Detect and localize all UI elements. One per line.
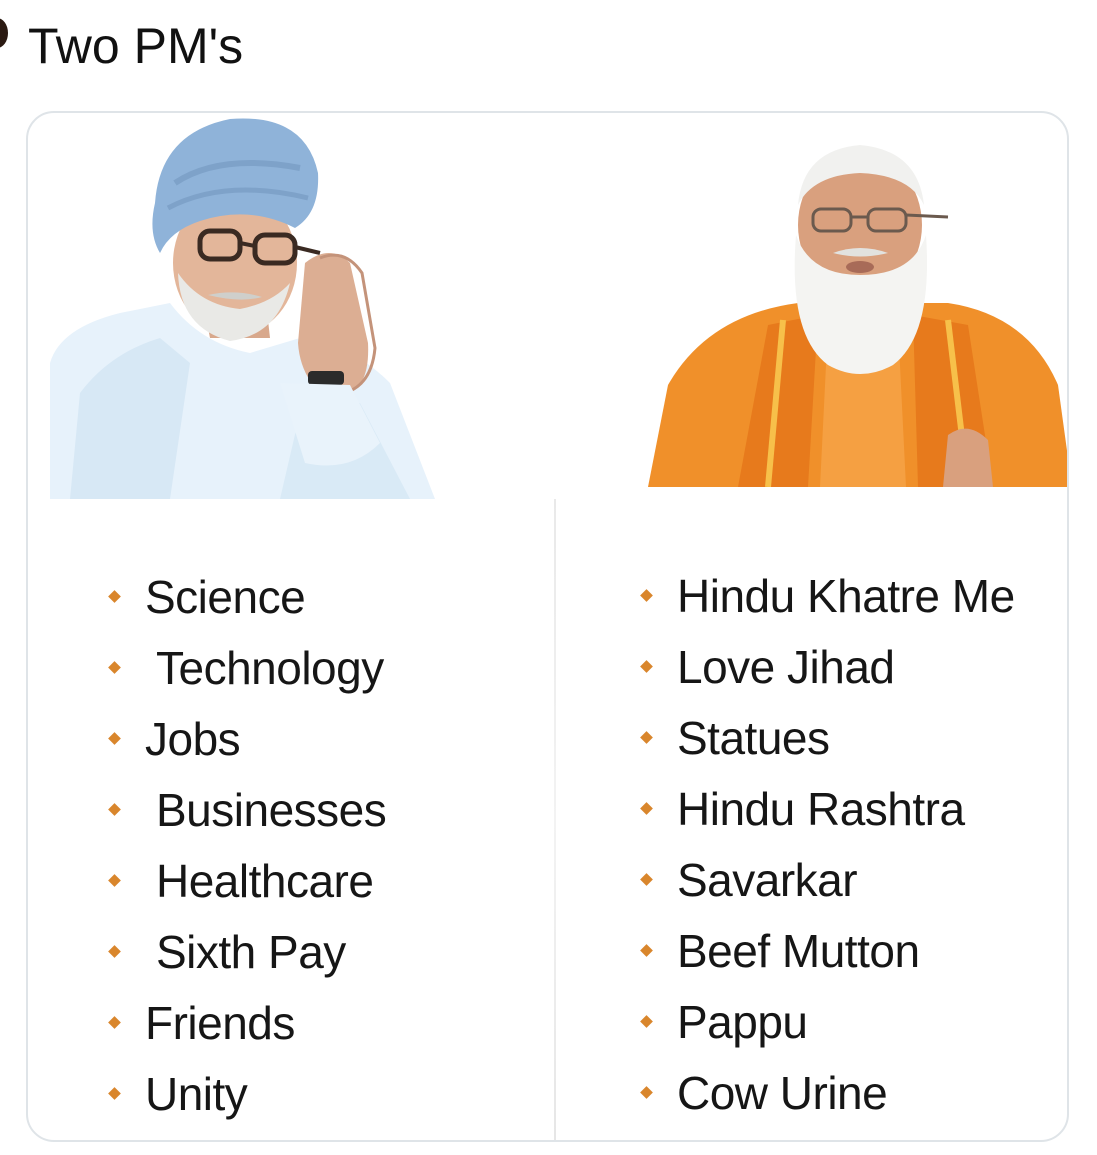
- list-item: Businesses: [106, 774, 387, 845]
- meme-image-card[interactable]: Science Technology Jobs Businesses Healt…: [26, 111, 1069, 1142]
- list-item-label: Jobs: [145, 712, 241, 765]
- diamond-bullet-icon: [108, 590, 121, 603]
- list-item-label: Statues: [677, 711, 830, 764]
- list-item: Hindu Khatre Me: [638, 560, 1015, 631]
- list-item: Pappu: [638, 986, 1015, 1057]
- photo-person-left: [50, 118, 435, 499]
- list-item: Science: [106, 561, 386, 632]
- list-item-label: Hindu Rashtra: [677, 782, 965, 835]
- diamond-bullet-icon: [108, 945, 121, 958]
- left-list: Science Technology Jobs Businesses Healt…: [106, 561, 387, 1129]
- list-item: Technology: [106, 632, 386, 703]
- list-item: Healthcare: [106, 845, 386, 916]
- list-item-label: Technology: [156, 641, 384, 694]
- list-item: Cow Urine: [638, 1057, 1015, 1128]
- diamond-bullet-icon: [640, 1015, 653, 1028]
- list-item-label: Savarkar: [677, 853, 858, 906]
- list-item-label: Cow Urine: [677, 1066, 888, 1119]
- column-divider: [554, 499, 556, 1140]
- diamond-bullet-icon: [640, 873, 653, 886]
- diamond-bullet-icon: [108, 1016, 121, 1029]
- diamond-bullet-icon: [640, 660, 653, 673]
- list-item-label: Sixth Pay: [156, 925, 346, 978]
- list-item-label: Beef Mutton: [677, 924, 920, 977]
- list-item: Unity: [106, 1058, 386, 1129]
- diamond-bullet-icon: [640, 589, 653, 602]
- diamond-bullet-icon: [640, 1086, 653, 1099]
- diamond-bullet-icon: [108, 661, 121, 674]
- right-list: Hindu Khatre Me Love Jihad Statues Hindu…: [638, 560, 1015, 1128]
- list-item: Love Jihad: [638, 631, 1015, 702]
- avatar[interactable]: [0, 18, 8, 48]
- list-item: Beef Mutton: [638, 915, 1015, 986]
- list-item-label: Businesses: [156, 783, 387, 836]
- list-item: Savarkar: [638, 844, 1015, 915]
- list-item-label: Love Jihad: [677, 640, 895, 693]
- photo-person-right: [648, 145, 1067, 487]
- list-item: Hindu Rashtra: [638, 773, 1015, 844]
- diamond-bullet-icon: [108, 1087, 121, 1100]
- list-item: Statues: [638, 702, 1015, 773]
- diamond-bullet-icon: [108, 732, 121, 745]
- diamond-bullet-icon: [640, 802, 653, 815]
- list-item-label: Friends: [145, 996, 295, 1049]
- tweet-text: Two PM's: [28, 18, 244, 74]
- list-item: Sixth Pay: [106, 916, 386, 987]
- diamond-bullet-icon: [108, 803, 121, 816]
- list-item-label: Hindu Khatre Me: [677, 569, 1015, 622]
- diamond-bullet-icon: [640, 731, 653, 744]
- list-item: Jobs: [106, 703, 386, 774]
- list-item-label: Unity: [145, 1067, 248, 1120]
- list-item-label: Science: [145, 570, 306, 623]
- list-item-label: Healthcare: [156, 854, 374, 907]
- diamond-bullet-icon: [108, 874, 121, 887]
- list-item: Friends: [106, 987, 386, 1058]
- diamond-bullet-icon: [640, 944, 653, 957]
- list-item-label: Pappu: [677, 995, 808, 1048]
